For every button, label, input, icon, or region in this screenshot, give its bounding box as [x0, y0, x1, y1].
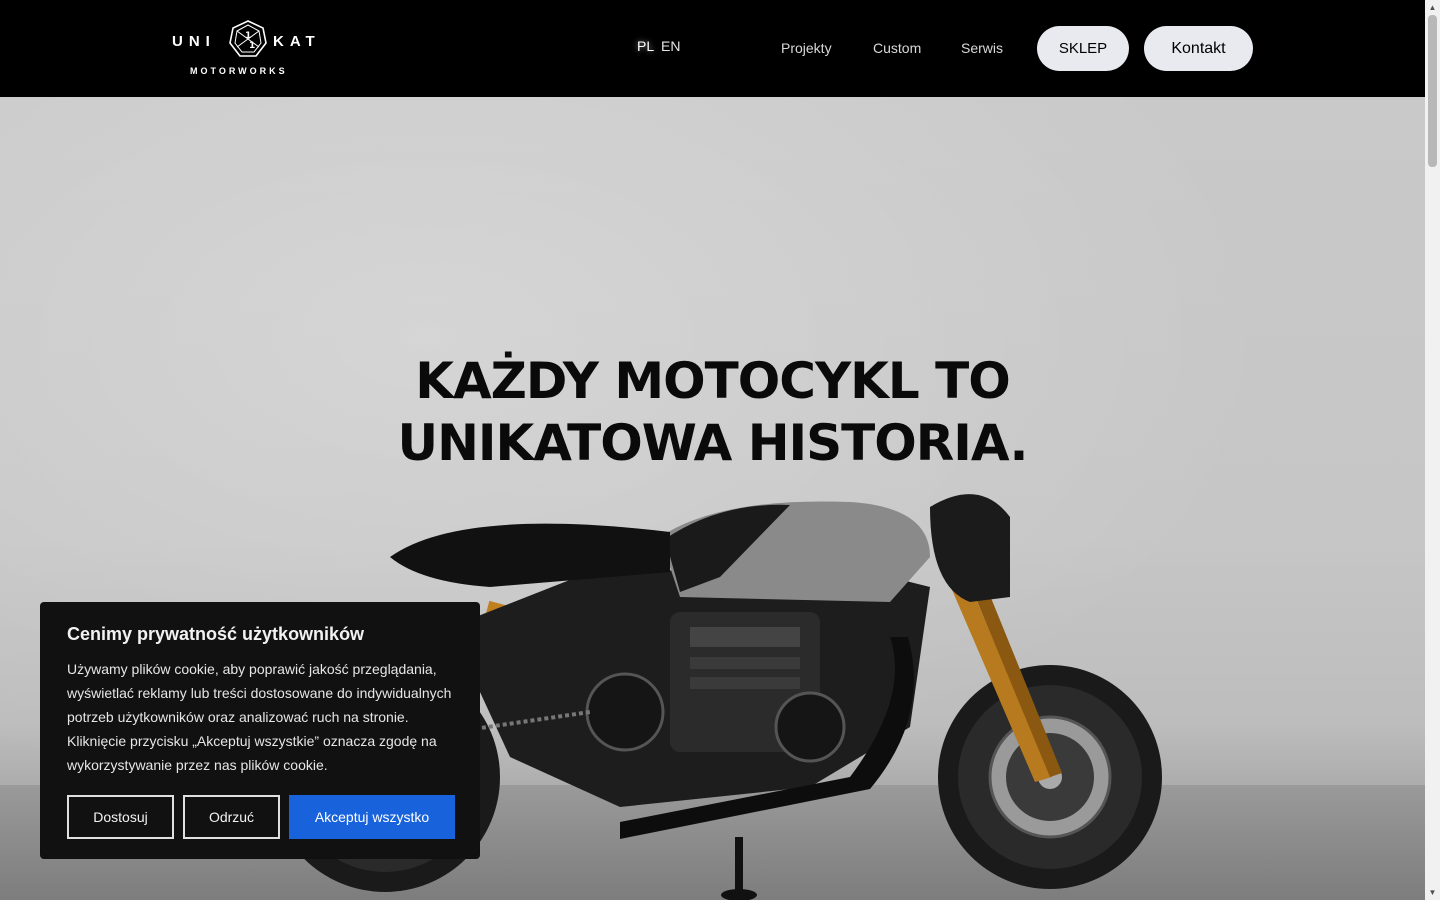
hero-headline-line-2: UNIKATOWA HISTORIA. [397, 414, 1028, 472]
logo-text-right: KAT [273, 33, 321, 50]
svg-text:1: 1 [249, 41, 255, 51]
scroll-up-arrow-icon[interactable]: ▲ [1425, 0, 1440, 15]
cookie-reject-button[interactable]: Odrzuć [183, 795, 280, 839]
nav-serwis-link[interactable]: Serwis [961, 40, 1003, 56]
scroll-down-arrow-icon[interactable]: ▼ [1425, 885, 1440, 900]
site-header: UNI 1 1 KAT MOTORWORKS PL EN Projekty Cu… [0, 0, 1425, 97]
kontakt-button[interactable]: Kontakt [1144, 26, 1253, 71]
lang-en-link[interactable]: EN [661, 38, 680, 54]
page-scrollbar[interactable]: ▲ ▼ [1425, 0, 1440, 900]
cookie-accept-all-button[interactable]: Akceptuj wszystko [289, 795, 455, 839]
logo[interactable]: UNI 1 1 KAT MOTORWORKS [172, 19, 322, 79]
lang-pl-link[interactable]: PL [637, 38, 654, 54]
cookie-title: Cenimy prywatność użytkowników [67, 624, 365, 644]
cookie-description: Używamy plików cookie, aby poprawić jako… [67, 661, 452, 773]
cookie-button-group: Dostosuj Odrzuć Akceptuj wszystko [67, 795, 455, 839]
logo-subtitle: MOTORWORKS [190, 66, 288, 76]
logo-gem-icon: 1 1 [229, 20, 267, 57]
nav-custom-link[interactable]: Custom [873, 40, 921, 56]
scroll-thumb[interactable] [1428, 15, 1437, 167]
sklep-button[interactable]: SKLEP [1037, 26, 1129, 71]
hero-headline-line-1: KAŻDY MOTOCYKL TO [415, 352, 1011, 410]
hero-headline: KAŻDY MOTOCYKL TO UNIKATOWA HISTORIA. [0, 350, 1425, 474]
nav-projekty-link[interactable]: Projekty [781, 40, 832, 56]
logo-text-left: UNI [172, 33, 216, 50]
cookie-consent-banner: Cenimy prywatność użytkowników Używamy p… [40, 602, 480, 859]
cookie-customize-button[interactable]: Dostosuj [67, 795, 174, 839]
svg-text:1: 1 [245, 31, 251, 41]
